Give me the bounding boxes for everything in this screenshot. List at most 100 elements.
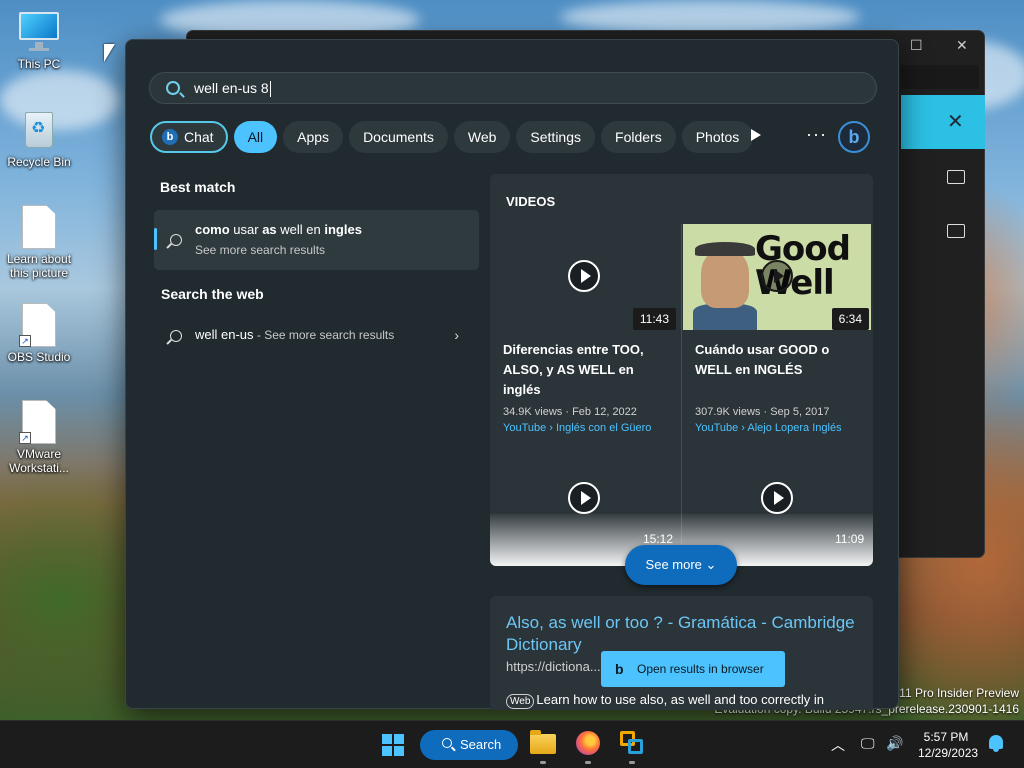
filter-settings[interactable]: Settings xyxy=(516,121,596,153)
bing-icon: b xyxy=(162,129,178,146)
divider xyxy=(681,224,682,544)
filter-label: Photos xyxy=(695,129,740,145)
desktop-icon-label: Learn about this picture xyxy=(6,252,72,280)
best-match-heading: Best match xyxy=(160,179,236,195)
taskbar-search-button[interactable]: Search xyxy=(420,730,518,760)
search-query-text: well en-us 8 xyxy=(194,80,269,96)
search-input[interactable]: well en-us 8 xyxy=(149,72,877,104)
chevron-right-icon: › xyxy=(454,327,459,343)
filter-label: Apps xyxy=(297,129,330,145)
filter-apps[interactable]: Apps xyxy=(283,121,344,153)
text-caret xyxy=(269,81,271,98)
close-icon[interactable]: ✕ xyxy=(956,37,968,54)
vmware-icon[interactable] xyxy=(620,731,646,757)
thumbnail-person xyxy=(695,242,755,256)
search-icon xyxy=(442,738,452,748)
videos-heading: VIDEOS xyxy=(506,194,556,209)
mouse-cursor xyxy=(104,44,115,62)
web-search-suggestion[interactable]: well en-us - See more search results › xyxy=(154,322,479,350)
monitor-icon xyxy=(19,10,59,54)
bing-icon: b xyxy=(848,127,860,147)
desktop-icon-obs-studio[interactable]: ↗ OBS Studio xyxy=(2,303,76,364)
file-icon xyxy=(19,205,59,249)
open-in-browser-button[interactable]: b Open results in browser xyxy=(601,651,785,687)
running-indicator xyxy=(629,761,635,764)
filter-chat[interactable]: b Chat xyxy=(150,121,228,153)
window-address-bar[interactable] xyxy=(901,65,979,89)
video-source[interactable]: YouTube › Alejo Lopera Inglés xyxy=(695,422,873,434)
video-meta: 34.9K views · Feb 12, 2022 xyxy=(503,406,637,418)
firefox-icon[interactable] xyxy=(576,731,602,757)
play-icon xyxy=(761,482,793,514)
filter-web[interactable]: Web xyxy=(453,121,511,153)
video-duration: 11:09 xyxy=(835,532,865,546)
filter-label: Chat xyxy=(184,129,214,145)
more-options-button[interactable]: ··· xyxy=(806,124,827,145)
web-result-title[interactable]: Also, as well or too ? - Gramática - Cam… xyxy=(506,612,856,656)
clock-date: 12/29/2023 xyxy=(918,746,979,760)
search-filter-bar: b Chat All Apps Documents Web Settings Fo… xyxy=(150,121,754,153)
best-match-result[interactable]: como usar as well en ingles See more sea… xyxy=(154,210,479,270)
play-icon xyxy=(568,260,600,292)
desktop-icon-this-pc[interactable]: This PC xyxy=(2,10,76,71)
video-title[interactable]: Diferencias entre TOO, ALSO, y AS WELL e… xyxy=(503,340,673,400)
desktop-icon-label: VMware Workstati... xyxy=(9,447,69,475)
filter-documents[interactable]: Documents xyxy=(349,121,448,153)
web-tag: Web xyxy=(506,694,535,709)
filter-label: All xyxy=(247,129,264,145)
web-result-description: Web Learn how to use also, as well and to… xyxy=(506,692,866,709)
video-duration: 6:34 xyxy=(831,308,869,330)
filter-label: Folders xyxy=(615,129,662,145)
folder-icon[interactable] xyxy=(947,224,965,238)
running-indicator xyxy=(585,761,591,764)
filter-folders[interactable]: Folders xyxy=(601,121,676,153)
video-thumbnail[interactable]: 11:43 xyxy=(490,224,678,330)
close-icon[interactable]: ✕ xyxy=(947,109,964,134)
desktop-icon-vmware[interactable]: ↗ VMware Workstati... xyxy=(2,400,76,475)
desktop-icon-learn-about-picture[interactable]: Learn about this picture xyxy=(2,205,76,280)
video-meta: 307.9K views · Sep 5, 2017 xyxy=(695,406,830,418)
desktop-icon-label: OBS Studio xyxy=(7,350,71,364)
filter-photos[interactable]: Photos xyxy=(681,121,754,153)
filter-label: Web xyxy=(467,129,497,145)
network-icon[interactable]: 🖵 xyxy=(861,735,875,752)
file-explorer-icon[interactable] xyxy=(530,730,556,757)
play-icon xyxy=(761,260,793,292)
clock-time: 5:57 PM xyxy=(923,730,969,744)
filter-label: Settings xyxy=(530,129,582,145)
volume-icon[interactable]: 🔊 xyxy=(886,735,903,752)
system-clock[interactable]: 5:57 PM 12/29/2023 xyxy=(918,729,979,761)
desktop-icon-label: Recycle Bin xyxy=(7,155,71,169)
see-more-button[interactable]: See more ⌄ xyxy=(625,545,737,585)
chevron-down-icon: ⌄ xyxy=(705,557,717,572)
notification-bell-icon[interactable] xyxy=(989,735,1003,752)
desktop-icon-label: This PC xyxy=(17,57,61,71)
video-thumbnail[interactable]: Good Well 6:34 xyxy=(683,224,871,330)
taskbar-search-label: Search xyxy=(460,737,502,752)
search-panel: well en-us 8 b Chat All Apps Documents We… xyxy=(125,39,899,710)
window-banner: ✕ xyxy=(901,95,985,149)
selection-indicator xyxy=(154,228,157,250)
search-query-wrap[interactable]: well en-us 8 xyxy=(194,80,271,98)
bing-chat-button[interactable]: b xyxy=(838,121,870,153)
wallpaper-cloud xyxy=(560,0,860,34)
taskbar: Search ︿ 🖵 🔊 5:57 PM 12/29/2023 xyxy=(0,720,1024,768)
best-match-subtitle: See more search results xyxy=(195,243,326,257)
chevron-up-icon[interactable]: ︿ xyxy=(831,735,845,755)
recycle-bin-icon: ♻ xyxy=(19,108,59,152)
build-watermark-line1: 11 Pro Insider Preview xyxy=(899,686,1019,700)
desktop-icon-recycle-bin[interactable]: ♻ Recycle Bin xyxy=(2,108,76,169)
maximize-icon[interactable]: ☐ xyxy=(910,37,923,54)
search-icon xyxy=(170,330,182,342)
play-icon xyxy=(568,482,600,514)
folder-icon[interactable] xyxy=(947,170,965,184)
windows-start-icon[interactable] xyxy=(382,734,404,756)
bing-icon: b xyxy=(615,661,624,677)
filter-label: Documents xyxy=(363,129,434,145)
filter-all[interactable]: All xyxy=(233,121,278,153)
video-source[interactable]: YouTube › Inglés con el Güero xyxy=(503,422,681,434)
video-title[interactable]: Cuándo usar GOOD o WELL en INGLÉS xyxy=(695,340,865,380)
search-web-heading: Search the web xyxy=(161,286,264,302)
more-filters-play-icon[interactable] xyxy=(751,129,761,141)
file-shortcut-icon: ↗ xyxy=(19,400,59,444)
